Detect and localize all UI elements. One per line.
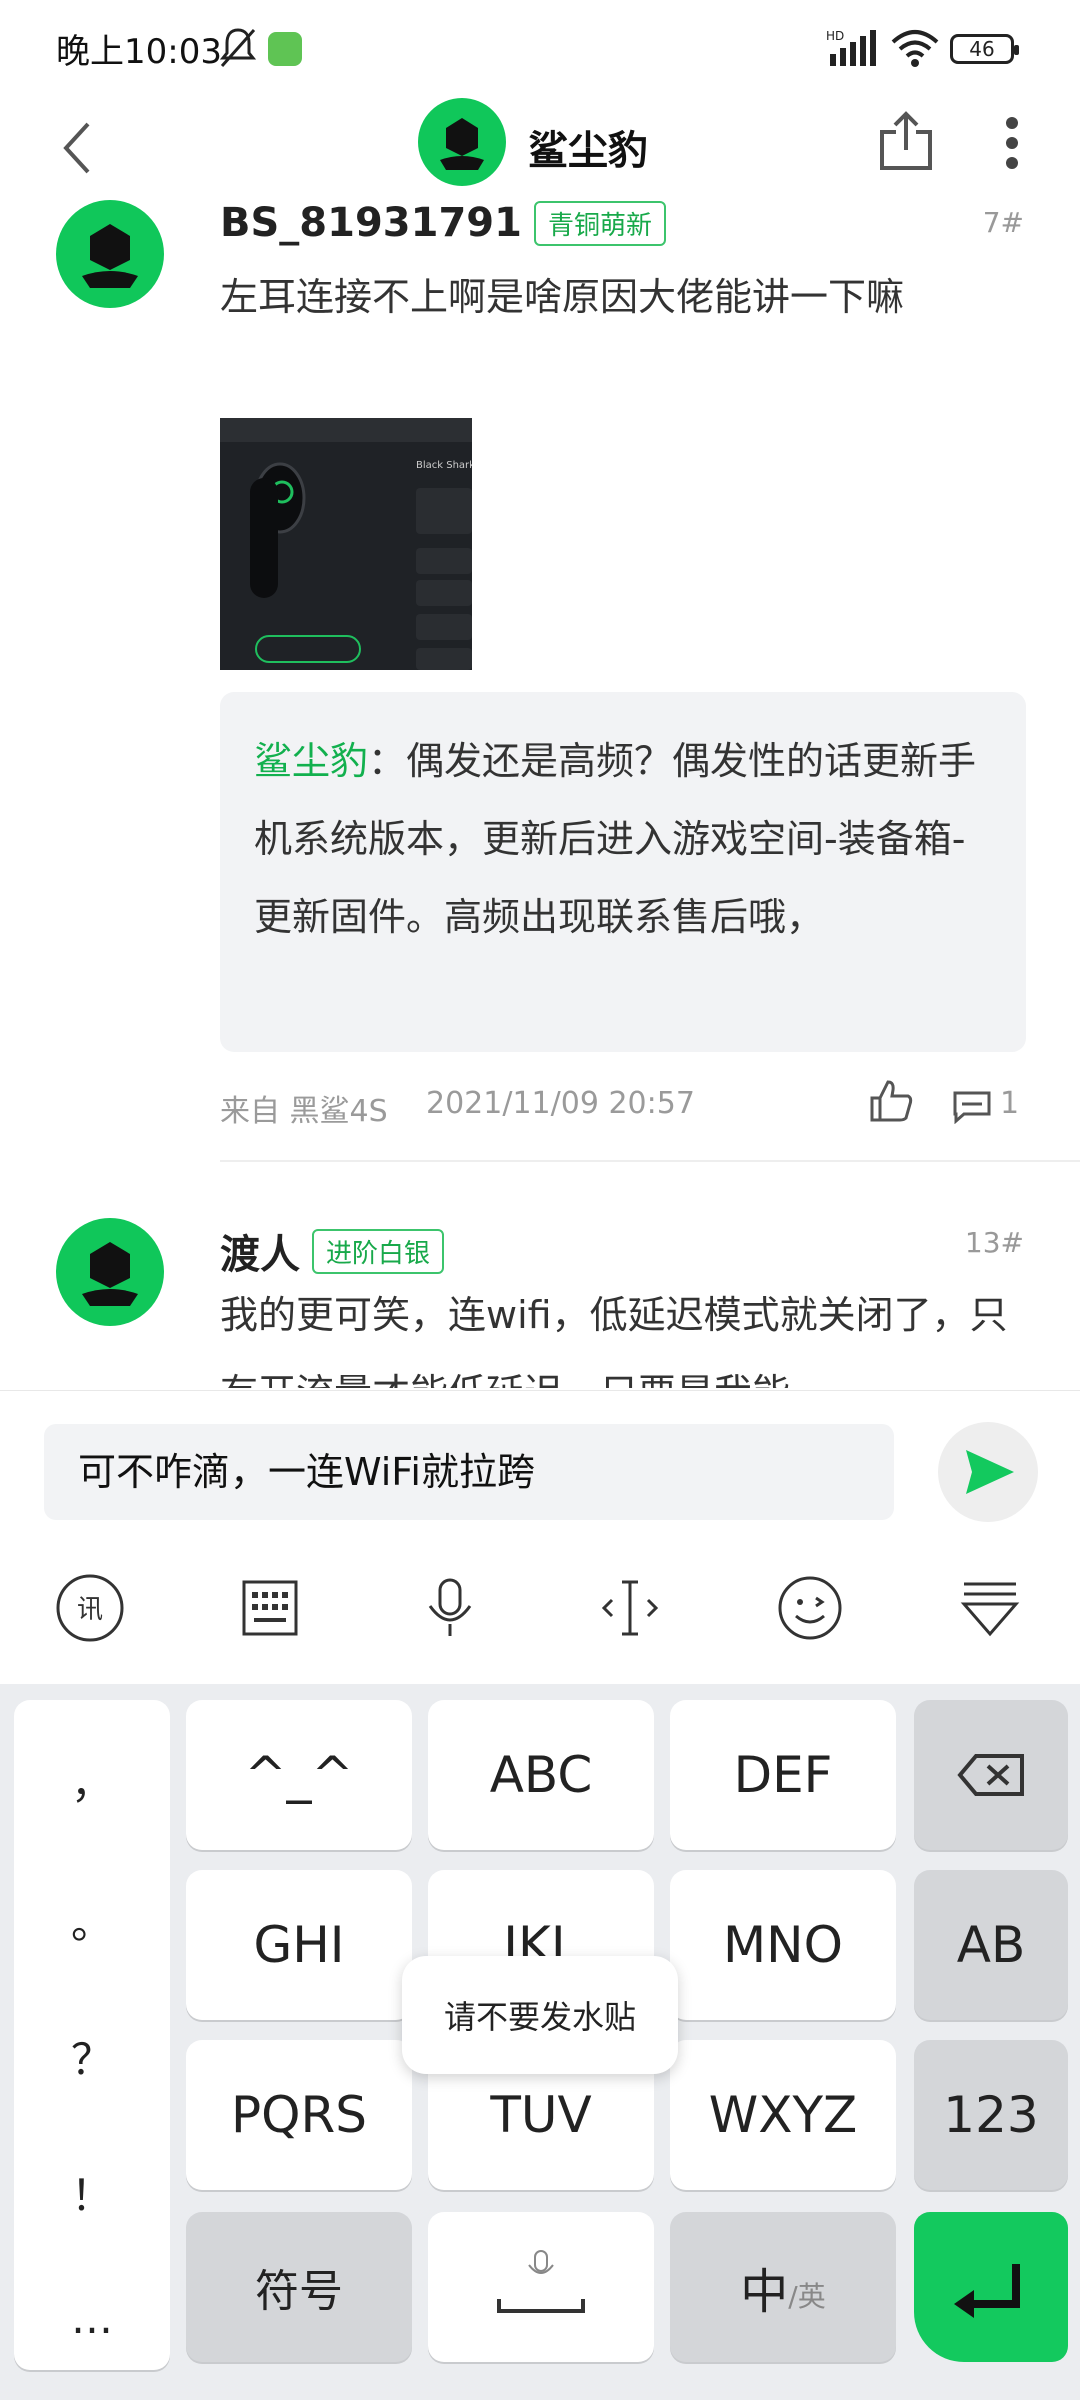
comment-icon[interactable] <box>952 1090 992 1124</box>
username[interactable]: 渡人 <box>220 1222 300 1280</box>
key-pqrs[interactable]: PQRS <box>186 2040 412 2190</box>
comment-count: 1 <box>1000 1086 1020 1121</box>
official-reply: 鲨尘豹：偶发还是高频？偶发性的话更新手机系统版本，更新后进入游戏空间-装备箱-更… <box>220 692 1026 1052</box>
shark-logo-icon <box>82 1242 138 1306</box>
avatar[interactable] <box>56 200 164 308</box>
username[interactable]: BS_81931791 <box>220 200 522 246</box>
avatar[interactable] <box>56 1218 164 1326</box>
rank-badge: 青铜萌新 <box>533 200 666 246</box>
svg-text:HD: HD <box>826 29 844 43</box>
reply-author[interactable]: 鲨尘豹 <box>254 739 368 783</box>
send-button[interactable] <box>938 1422 1038 1522</box>
status-time: 晚上10:03 <box>56 32 222 72</box>
shark-logo-icon <box>82 224 138 288</box>
collapse-keyboard-icon[interactable] <box>952 1570 1028 1646</box>
reply-input[interactable]: 可不咋滴，一连WiFi就拉跨 <box>44 1424 894 1520</box>
page-title: 鲨尘豹 <box>528 128 648 174</box>
share-icon[interactable] <box>878 110 934 172</box>
key-emoticon[interactable]: ^_^ <box>186 1700 412 1850</box>
bell-muted-icon <box>219 28 257 67</box>
post-source: 来自 黑鲨4S <box>220 1094 388 1129</box>
lang-switch-key[interactable]: 中/英 <box>670 2212 896 2362</box>
key-wxyz[interactable]: WXYZ <box>670 2040 896 2190</box>
punct-period-key[interactable]: 。 <box>14 1890 170 1951</box>
floor-number: 7# <box>982 206 1024 239</box>
forum-logo-avatar <box>418 98 506 186</box>
reply-separator: ： <box>368 739 407 783</box>
more-options-icon[interactable] <box>1004 116 1020 170</box>
lang-main-label: 中 <box>740 2264 789 2320</box>
post-image-thumbnail[interactable]: Black Shark <box>220 418 472 670</box>
svg-text:讯: 讯 <box>77 1595 103 1625</box>
floor-number: 13# <box>964 1226 1024 1259</box>
post-content: 左耳连接不上啊是啥原因大佬能讲一下嘛 <box>220 275 905 319</box>
xunfei-icon[interactable]: 讯 <box>52 1570 128 1646</box>
send-icon <box>966 1450 1014 1494</box>
post-header: BS_81931791 青铜萌新 <box>220 200 666 246</box>
key-123[interactable]: 123 <box>914 2040 1068 2190</box>
emoji-icon[interactable] <box>772 1570 848 1646</box>
tooltip: 请不要发水贴 <box>402 1956 678 2074</box>
shark-logo-icon <box>440 118 484 170</box>
space-mic-icon <box>497 2250 585 2313</box>
key-ghi[interactable]: GHI <box>186 1870 412 2020</box>
punct-comma-key[interactable]: ， <box>14 1750 170 1811</box>
cursor-icon[interactable] <box>592 1570 668 1646</box>
enter-key[interactable] <box>914 2212 1068 2362</box>
key-mno[interactable]: MNO <box>670 1870 896 2020</box>
punctuation-column[interactable]: ， 。 ？ ！ … <box>14 1700 170 2370</box>
signal-icon: HD <box>826 29 876 66</box>
rank-badge: 进阶白银 <box>312 1228 445 1274</box>
wifi-icon <box>891 30 939 67</box>
post-content: 我的更可笑，连wifi，低延迟模式就关闭了，只有开流量才能低延迟，只要是我能 <box>220 1293 1008 1388</box>
back-arrow-icon[interactable] <box>58 118 98 178</box>
status-bar: 晚上10:03 HD 46 <box>0 0 1080 96</box>
punct-question-key[interactable]: ？ <box>14 2026 170 2087</box>
enter-icon <box>954 2264 1020 2318</box>
backspace-key[interactable] <box>914 1700 1068 1850</box>
battery-indicator: 46 <box>950 34 1019 64</box>
key-abc[interactable]: ABC <box>428 1700 654 1850</box>
lang-sub-label: /英 <box>788 2280 826 2313</box>
svg-text:Black Shark: Black Shark <box>416 460 472 471</box>
key-def[interactable]: DEF <box>670 1700 896 1850</box>
keyboard-icon[interactable] <box>232 1570 308 1646</box>
punct-ellipsis-key[interactable]: … <box>14 2294 170 2343</box>
like-icon[interactable] <box>868 1078 914 1124</box>
backspace-icon <box>957 1754 1024 1796</box>
key-ab[interactable]: AB <box>914 1870 1068 2020</box>
divider <box>220 1160 1080 1162</box>
symbol-key[interactable]: 符号 <box>186 2212 412 2362</box>
post-header: 渡人 进阶白银 <box>220 1222 445 1280</box>
earbuds-app-screenshot: Black Shark <box>220 418 472 670</box>
punct-exclaim-key[interactable]: ！ <box>14 2162 170 2223</box>
mic-icon[interactable] <box>412 1570 488 1646</box>
post-datetime: 2021/11/09 20:57 <box>426 1086 695 1121</box>
app-notification-icon <box>268 32 302 66</box>
space-key[interactable] <box>428 2212 654 2362</box>
